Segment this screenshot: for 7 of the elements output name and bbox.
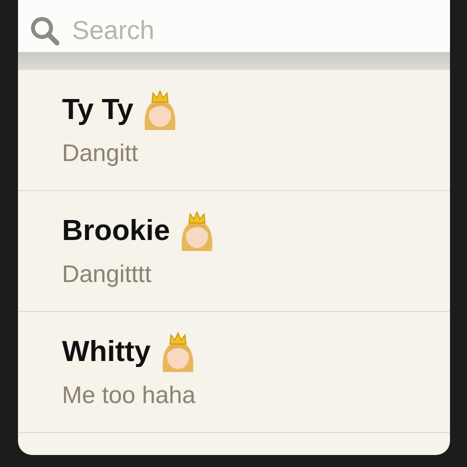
message-preview: Dangitttt [62,261,152,289]
contact-name: Brookie [62,214,170,248]
search-icon [30,16,60,46]
message-preview: Me too haha [62,382,196,410]
contact-name: Whitty [62,336,151,368]
contact-name: Ty Ty [62,94,134,126]
message-preview: Dangitt [62,140,140,168]
